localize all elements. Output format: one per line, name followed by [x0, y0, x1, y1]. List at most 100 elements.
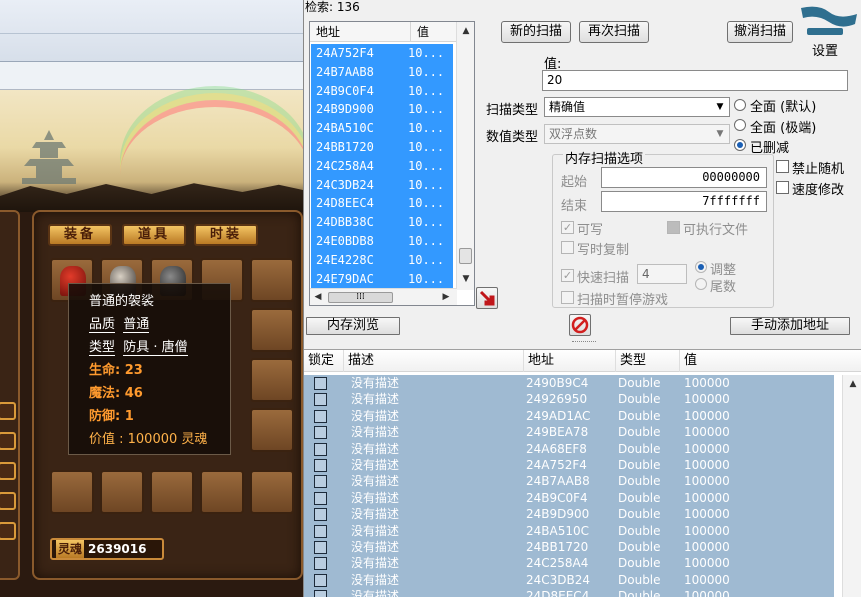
side-slot[interactable] [0, 492, 16, 510]
executable-checkbox[interactable] [667, 221, 680, 234]
scroll-up-icon[interactable]: ▲ [461, 26, 471, 36]
found-row[interactable]: 24BB1720 10... [311, 138, 453, 157]
speedhack-checkbox[interactable] [776, 181, 789, 194]
found-row[interactable]: 24DBB38C 10... [311, 213, 453, 232]
next-scan-button[interactable]: 再次扫描 [579, 21, 649, 43]
table-row[interactable]: 没有描述 249BEA78 Double 100000 [304, 424, 834, 440]
found-row[interactable]: 24A752F4 10... [311, 44, 453, 63]
undo-scan-button[interactable]: 撤消扫描 [727, 21, 793, 43]
radio-rounded-default[interactable] [734, 99, 746, 111]
found-row[interactable]: 24C258A4 10... [311, 157, 453, 176]
copy-on-write-checkbox[interactable] [561, 241, 574, 254]
found-row[interactable]: 24B9C0F4 10... [311, 82, 453, 101]
list-header-value[interactable]: 值 [410, 22, 457, 42]
table-row[interactable]: 没有描述 2490B9C4 Double 100000 [304, 375, 834, 391]
fast-scan-alignment-input[interactable]: 4 [637, 264, 687, 284]
side-slot[interactable] [0, 402, 16, 420]
col-type[interactable]: 类型 [616, 350, 680, 372]
side-slot[interactable] [0, 432, 16, 450]
inventory-slot[interactable] [200, 470, 244, 514]
radio-align[interactable] [695, 261, 707, 273]
table-row[interactable]: 没有描述 24A68EF8 Double 100000 [304, 441, 834, 457]
stop-button[interactable] [569, 314, 591, 336]
scroll-thumb[interactable] [459, 248, 472, 264]
lock-checkbox[interactable] [314, 557, 327, 571]
scroll-right-icon[interactable]: ▶ [441, 292, 451, 302]
found-row[interactable]: 24E4228C 10... [311, 251, 453, 270]
table-row[interactable]: 没有描述 24B9D900 Double 100000 [304, 506, 834, 522]
lock-checkbox[interactable] [314, 442, 327, 456]
found-rows[interactable]: 24A752F4 10... 24B7AAB8 10... 24B9C0F4 10... 2… [311, 44, 453, 288]
col-value[interactable]: 值 [680, 350, 861, 372]
list-horizontal-scrollbar[interactable]: ◀ ⁞⁞⁞ ▶ [310, 288, 457, 305]
lock-checkbox[interactable] [314, 573, 327, 587]
table-row[interactable]: 没有描述 249AD1AC Double 100000 [304, 408, 834, 424]
found-row[interactable]: 24D8EEC4 10... [311, 194, 453, 213]
lock-checkbox[interactable] [314, 393, 327, 407]
lock-checkbox[interactable] [314, 508, 327, 522]
inventory-slot[interactable] [50, 470, 94, 514]
lock-checkbox[interactable] [314, 458, 327, 472]
memory-view-button[interactable]: 内存浏览 [306, 317, 400, 335]
found-row[interactable]: 24E0BDB8 10... [311, 232, 453, 251]
lock-checkbox[interactable] [314, 491, 327, 505]
lock-checkbox[interactable] [314, 524, 327, 538]
new-scan-button[interactable]: 新的扫描 [501, 21, 571, 43]
add-address-manually-button[interactable]: 手动添加地址 [730, 317, 850, 335]
table-row[interactable]: 没有描述 24BB1720 Double 100000 [304, 539, 834, 555]
scan-value-input[interactable]: 20 [542, 70, 848, 91]
col-lock[interactable]: 锁定 [304, 350, 344, 372]
radio-last-digits[interactable] [695, 278, 707, 290]
scroll-up-icon[interactable]: ▲ [848, 379, 858, 389]
col-description[interactable]: 描述 [344, 350, 524, 372]
start-address-input[interactable]: 00000000 [601, 167, 767, 188]
inventory-slot[interactable] [250, 408, 294, 452]
settings-button[interactable]: 设置 [812, 40, 838, 59]
scroll-thumb[interactable]: ⁞⁞⁞ [328, 292, 393, 303]
table-vertical-scrollbar[interactable]: ▲ [842, 375, 861, 597]
list-header-address[interactable]: 地址 [310, 22, 410, 42]
add-to-list-button[interactable] [476, 287, 498, 309]
found-address-list[interactable]: 地址 值 24A752F4 10... 24B7AAB8 10... 24B9C0F4 1… [309, 21, 475, 306]
table-row[interactable]: 没有描述 24926950 Double 100000 [304, 391, 834, 407]
cheat-table[interactable]: 锁定 描述 地址 类型 值 没有描述 2490B9C4 Double 100000 没有… [304, 349, 861, 597]
inventory-slot[interactable] [250, 358, 294, 402]
found-row[interactable]: 24E79DAC 10... [311, 270, 453, 288]
side-slot[interactable] [0, 462, 16, 480]
found-row[interactable]: 24C3DB24 10... [311, 176, 453, 195]
scan-type-select[interactable]: 精确值 ▼ [544, 97, 730, 117]
inventory-slot[interactable] [250, 258, 294, 302]
inventory-slot[interactable] [250, 308, 294, 352]
list-vertical-scrollbar[interactable]: ▲ ▼ [456, 22, 474, 290]
disable-random-checkbox[interactable] [776, 160, 789, 173]
inventory-slot[interactable] [100, 470, 144, 514]
table-row[interactable]: 没有描述 24A752F4 Double 100000 [304, 457, 834, 473]
fast-scan-checkbox[interactable]: ✓ [561, 269, 574, 282]
found-row[interactable]: 24B7AAB8 10... [311, 63, 453, 82]
pane-splitter[interactable] [572, 341, 596, 344]
inventory-slot[interactable] [250, 470, 294, 514]
table-row[interactable]: 没有描述 24B7AAB8 Double 100000 [304, 473, 834, 489]
side-slot[interactable] [0, 522, 16, 540]
inventory-slot[interactable] [150, 470, 194, 514]
lock-checkbox[interactable] [314, 377, 327, 390]
scroll-left-icon[interactable]: ◀ [313, 292, 323, 302]
col-address[interactable]: 地址 [524, 350, 616, 372]
writable-checkbox[interactable]: ✓ [561, 221, 574, 234]
lock-checkbox[interactable] [314, 540, 327, 554]
table-row[interactable]: 没有描述 24C258A4 Double 100000 [304, 555, 834, 571]
lock-checkbox[interactable] [314, 475, 327, 489]
tab-items[interactable]: 道具 [122, 224, 186, 246]
found-row[interactable]: 24B9D900 10... [311, 100, 453, 119]
pause-game-checkbox[interactable] [561, 291, 574, 304]
end-address-input[interactable]: 7fffffff [601, 191, 767, 212]
lock-checkbox[interactable] [314, 409, 327, 423]
table-row[interactable]: 没有描述 24BA510C Double 100000 [304, 523, 834, 539]
value-type-select[interactable]: 双浮点数 ▼ [544, 124, 730, 144]
radio-rounded-extreme[interactable] [734, 119, 746, 131]
table-row[interactable]: 没有描述 24B9C0F4 Double 100000 [304, 490, 834, 506]
lock-checkbox[interactable] [314, 590, 327, 597]
cheat-table-rows[interactable]: 没有描述 2490B9C4 Double 100000 没有描述 24926950 Doub… [304, 375, 834, 597]
table-row[interactable]: 没有描述 24C3DB24 Double 100000 [304, 572, 834, 588]
tab-fashion[interactable]: 时装 [194, 224, 258, 246]
